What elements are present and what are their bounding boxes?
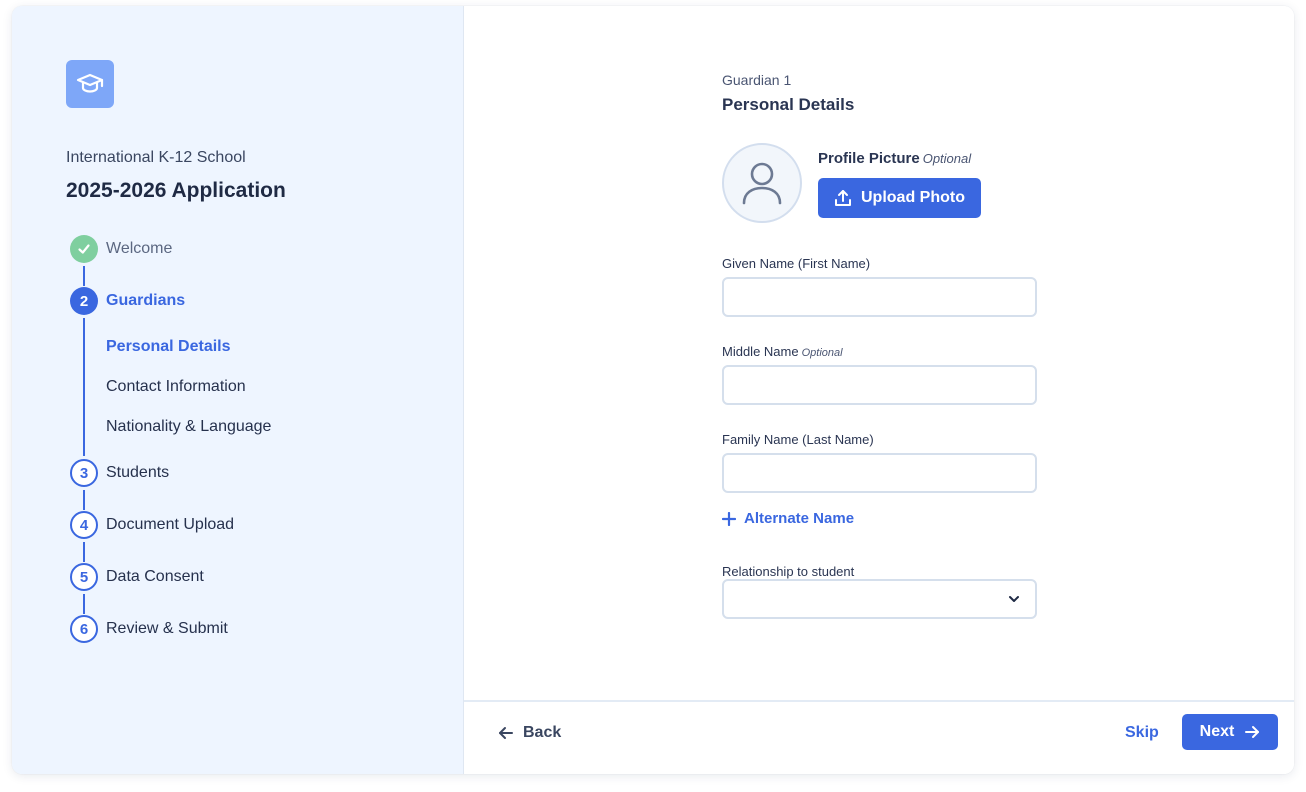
plus-icon [722,511,736,526]
back-label: Back [523,724,562,741]
relationship-select[interactable] [722,579,1037,619]
step-connector [83,490,85,510]
step-welcome[interactable]: Welcome [106,240,172,258]
school-name: International K-12 School [66,149,246,166]
step-number-2: 2 [70,287,98,315]
step-number-4: 4 [70,511,98,539]
next-label: Next [1199,723,1235,740]
section-kicker: Guardian 1 [722,72,792,88]
optional-tag: Optional [801,347,843,359]
next-button[interactable]: Next [1182,714,1278,750]
skip-button[interactable]: Skip [1125,724,1159,742]
wizard-footer: Back Skip Next [464,700,1294,774]
checkmark-icon [78,244,90,254]
back-button[interactable]: Back [498,724,561,742]
family-name-label: Family Name (Last Name) [722,432,874,447]
avatar-placeholder [722,143,802,223]
alternate-name-label: Alternate Name [744,510,855,527]
upload-photo-button[interactable]: Upload Photo [818,178,981,218]
graduation-cap-icon [76,73,104,93]
main-panel: Guardian 1 Personal Details Profile Pict… [464,6,1294,774]
sidebar: International K-12 School 2025-2026 Appl… [12,6,464,774]
substep-personal-details[interactable]: Personal Details [106,338,231,356]
optional-tag: Optional [922,151,972,166]
add-alternate-name-link[interactable]: Alternate Name [722,510,854,527]
arrow-left-icon [499,727,513,739]
upload-icon [835,190,851,206]
step-complete-indicator [70,235,98,263]
substep-contact-information[interactable]: Contact Information [106,378,246,396]
substep-nationality-language[interactable]: Nationality & Language [106,418,271,436]
step-connector [83,594,85,614]
step-document-upload[interactable]: Document Upload [106,516,234,534]
chevron-down-icon [1009,596,1019,602]
arrow-right-icon [1245,726,1260,738]
middle-name-input[interactable] [722,365,1037,405]
step-guardians[interactable]: Guardians [106,292,185,310]
section-title: Personal Details [722,95,855,114]
step-connector [83,542,85,562]
step-review-submit[interactable]: Review & Submit [106,620,228,638]
given-name-label: Given Name (First Name) [722,256,871,271]
step-connector [83,266,85,286]
step-data-consent[interactable]: Data Consent [106,568,204,586]
middle-name-label: Middle Name Optional [722,344,843,359]
application-title: 2025-2026 Application [66,179,286,202]
step-connector [83,318,85,456]
school-logo [66,60,114,108]
user-icon [742,162,782,205]
relationship-label: Relationship to student [722,564,855,579]
step-students[interactable]: Students [106,464,169,482]
upload-photo-label: Upload Photo [861,189,965,206]
profile-picture-label: Profile Picture Optional [818,150,971,167]
application-card: International K-12 School 2025-2026 Appl… [12,6,1294,774]
middle-name-text: Middle Name [722,344,799,359]
family-name-input[interactable] [722,453,1037,493]
profile-picture-text: Profile Picture [818,150,920,167]
step-number-6: 6 [70,615,98,643]
step-number-5: 5 [70,563,98,591]
given-name-input[interactable] [722,277,1037,317]
step-number-3: 3 [70,459,98,487]
